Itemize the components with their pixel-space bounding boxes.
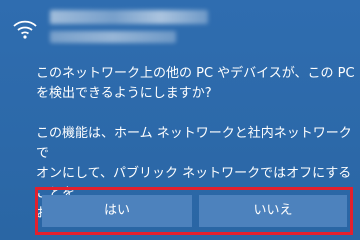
network-name-redacted — [50, 10, 208, 24]
network-status-redacted — [50, 31, 176, 43]
network-discovery-panel: このネットワーク上の他の PC やデバイスが、この PC を検出できるようにしま… — [0, 0, 360, 240]
discovery-question: このネットワーク上の他の PC やデバイスが、この PC を検出できるようにしま… — [36, 66, 355, 101]
wifi-icon — [12, 14, 38, 40]
no-button[interactable]: いいえ — [199, 195, 347, 227]
yes-button[interactable]: はい — [42, 195, 192, 227]
